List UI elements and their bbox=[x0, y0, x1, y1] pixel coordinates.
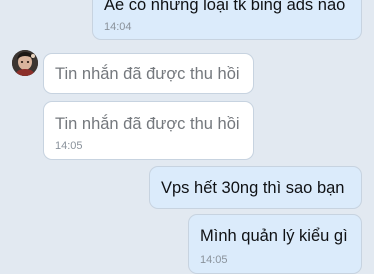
message-recalled-text: Tin nhắn đã được thu hồi bbox=[55, 115, 240, 133]
message-bubble-outgoing[interactable]: Ae có những loại tk bing ads nào 14:04 bbox=[92, 0, 362, 40]
avatar-image bbox=[12, 50, 38, 76]
message-text: Mình quản lý kiểu gì bbox=[200, 227, 348, 245]
message-timestamp: 14:05 bbox=[55, 140, 83, 152]
message-text: Vps hết 30ng thì sao bạn bbox=[161, 179, 345, 197]
message-timestamp: 14:04 bbox=[104, 21, 132, 33]
message-text: Ae có những loại tk bing ads nào bbox=[104, 0, 346, 14]
message-timestamp: 14:05 bbox=[200, 254, 228, 266]
chat-conversation: Ae có những loại tk bing ads nào 14:04 T… bbox=[0, 0, 374, 274]
message-recalled-text: Tin nhắn đã được thu hồi bbox=[55, 65, 240, 83]
sender-avatar[interactable] bbox=[12, 50, 38, 76]
message-bubble-outgoing[interactable]: Vps hết 30ng thì sao bạn bbox=[149, 166, 362, 209]
message-bubble-incoming[interactable]: Tin nhắn đã được thu hồi 14:05 bbox=[43, 101, 254, 160]
message-bubble-incoming[interactable]: Tin nhắn đã được thu hồi bbox=[43, 53, 254, 94]
message-bubble-outgoing[interactable]: Mình quản lý kiểu gì 14:05 bbox=[188, 214, 362, 274]
